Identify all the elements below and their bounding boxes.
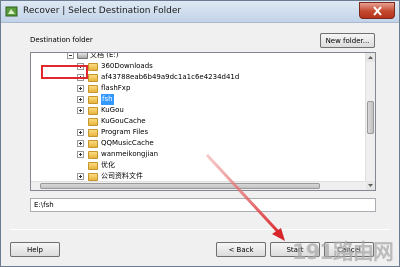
tree-item-label: af43788eab6b49a9dc1a1c6e4234d41d bbox=[101, 73, 240, 81]
folder-icon bbox=[88, 151, 98, 159]
vertical-scrollbar[interactable] bbox=[365, 53, 375, 190]
tree-item-label: KuGouCache bbox=[101, 117, 146, 125]
folder-icon bbox=[88, 74, 98, 82]
recover-app-icon bbox=[5, 6, 18, 17]
folder-icon bbox=[88, 118, 98, 126]
tree-item[interactable]: fsh bbox=[31, 94, 361, 105]
tree-item[interactable]: QQMusicCache bbox=[31, 138, 361, 149]
tree-item-label: fsh bbox=[101, 94, 114, 105]
drive-icon bbox=[77, 53, 88, 59]
expand-icon[interactable] bbox=[77, 96, 84, 103]
window-title: Recover | Select Destination Folder bbox=[23, 6, 182, 16]
folder-icon bbox=[88, 173, 98, 181]
scrollbar-thumb[interactable] bbox=[367, 101, 374, 134]
destination-path-field[interactable]: E:\fsh bbox=[30, 198, 376, 212]
close-icon bbox=[373, 6, 382, 16]
expand-icon[interactable] bbox=[77, 173, 84, 180]
destination-folder-label: Destination folder bbox=[30, 36, 93, 44]
annotation-highlight-box bbox=[41, 65, 88, 79]
folder-icon bbox=[88, 140, 98, 148]
watermark-text: 191路由网 bbox=[292, 240, 394, 264]
expand-icon[interactable] bbox=[77, 140, 84, 147]
folder-icon bbox=[88, 96, 98, 104]
tree-item-label: KuGou bbox=[101, 106, 124, 114]
tree-item-label: Program Files bbox=[101, 128, 149, 136]
expand-icon[interactable] bbox=[77, 85, 84, 92]
scroll-up-icon[interactable] bbox=[366, 53, 375, 62]
watermark-logo: 191路由网 bbox=[292, 224, 400, 267]
back-button[interactable]: < Back bbox=[216, 242, 266, 257]
horizontal-scrollbar[interactable] bbox=[31, 181, 366, 190]
collapse-icon[interactable] bbox=[67, 53, 74, 59]
tree-item[interactable]: flashFxp bbox=[31, 83, 361, 94]
expand-icon[interactable] bbox=[77, 107, 84, 114]
tree-item-label: 360Downloads bbox=[101, 62, 153, 70]
scroll-down-icon[interactable] bbox=[366, 181, 375, 190]
tree-root-drive[interactable]: 文档 (E:) bbox=[31, 52, 361, 61]
horizontal-scrollbar-thumb[interactable] bbox=[40, 183, 320, 189]
tree-item[interactable]: KuGouCache bbox=[31, 116, 361, 127]
folder-icon bbox=[88, 129, 98, 137]
folder-icon bbox=[88, 85, 98, 93]
title-bar[interactable]: Recover | Select Destination Folder bbox=[1, 1, 399, 23]
tree-item[interactable]: 优化 bbox=[31, 160, 361, 171]
tree-item-label: QQMusicCache bbox=[101, 139, 154, 147]
expand-icon[interactable] bbox=[77, 151, 84, 158]
close-button[interactable] bbox=[359, 2, 395, 19]
tree-item[interactable]: Program Files bbox=[31, 127, 361, 138]
tree-root-label: 文档 (E:) bbox=[90, 52, 119, 59]
tree-item[interactable]: KuGou bbox=[31, 105, 361, 116]
tree-item[interactable]: wanmeikongjian bbox=[31, 149, 361, 160]
tree-item-label: 优化 bbox=[101, 161, 115, 169]
expand-icon[interactable] bbox=[77, 129, 84, 136]
tree-item-label: flashFxp bbox=[101, 84, 131, 92]
tree-item-label: wanmeikongjian bbox=[101, 150, 159, 158]
folder-icon bbox=[88, 63, 98, 71]
help-button[interactable]: Help bbox=[10, 242, 60, 257]
new-folder-button[interactable]: New folder... bbox=[320, 33, 375, 48]
folder-icon bbox=[88, 162, 98, 170]
folder-icon bbox=[88, 107, 98, 115]
